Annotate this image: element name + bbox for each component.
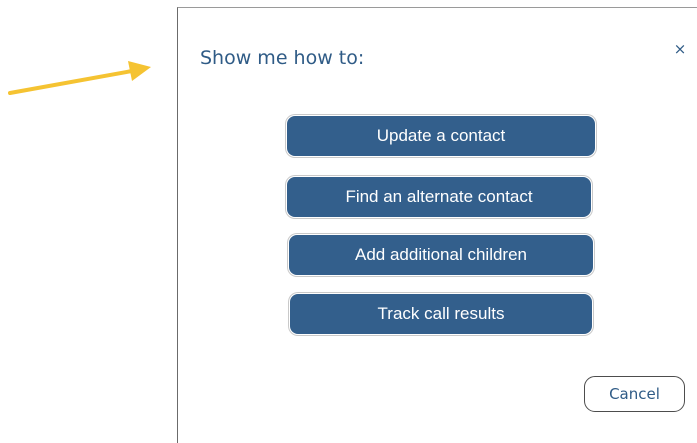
find-alternate-contact-button[interactable]: Find an alternate contact	[287, 177, 591, 217]
track-call-results-button[interactable]: Track call results	[290, 294, 592, 334]
cancel-button[interactable]: Cancel	[584, 376, 685, 412]
show-me-how-dialog: Show me how to: × Update a contact Find …	[177, 7, 697, 443]
add-additional-children-button[interactable]: Add additional children	[289, 235, 593, 275]
update-contact-button[interactable]: Update a contact	[287, 116, 595, 156]
dialog-title: Show me how to:	[200, 47, 365, 69]
close-button[interactable]: ×	[669, 38, 691, 60]
